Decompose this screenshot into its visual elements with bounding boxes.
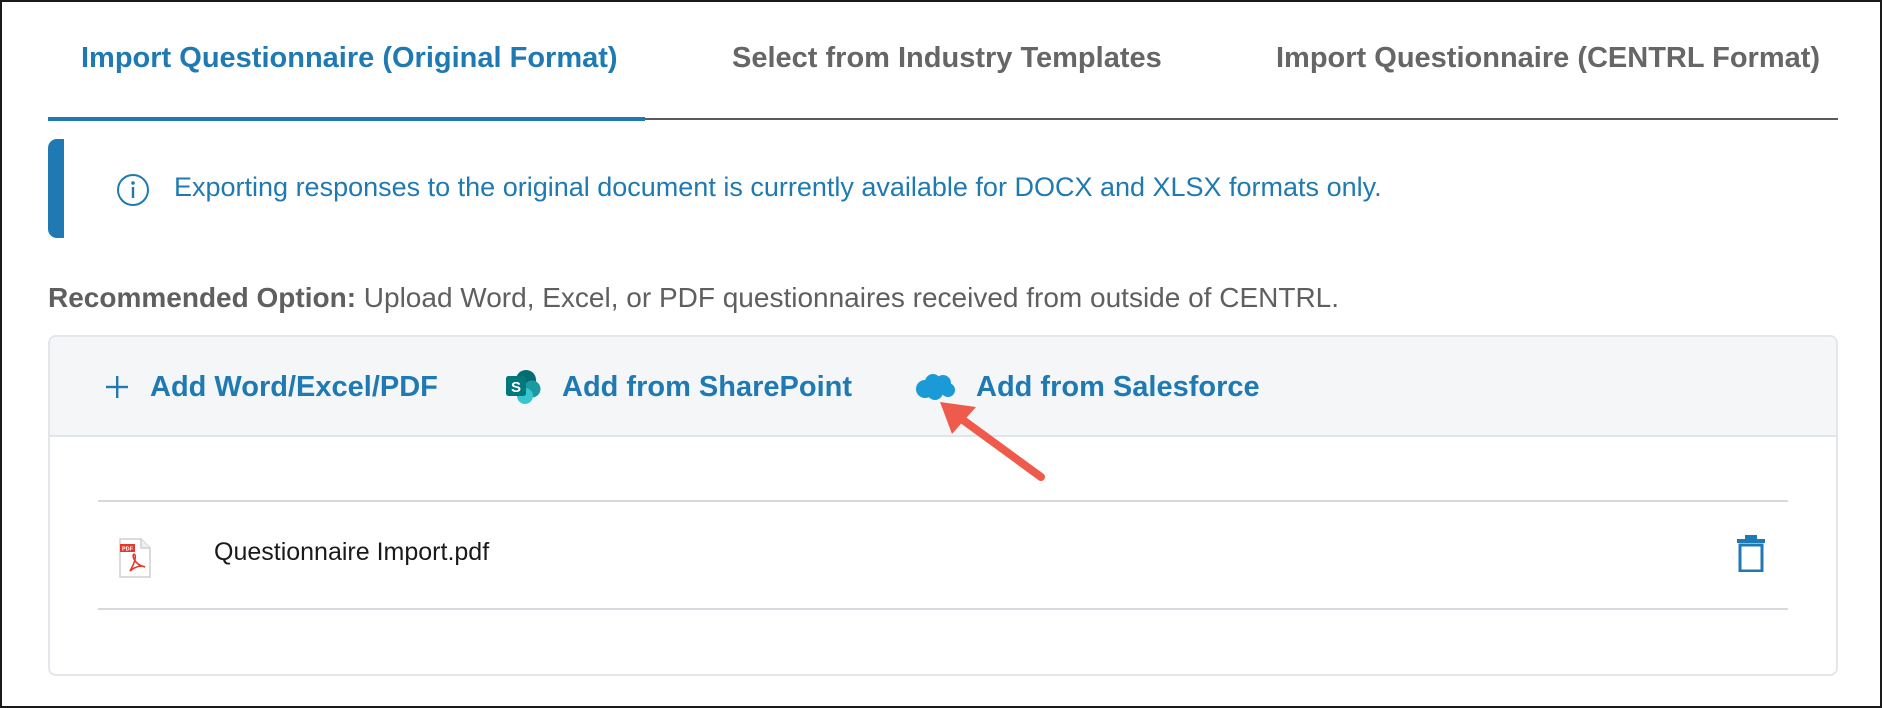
pdf-file-icon: PDF <box>119 538 151 578</box>
file-list-item: PDF Questionnaire Import.pdf <box>98 500 1788 610</box>
info-banner-accent <box>48 139 64 238</box>
sharepoint-icon: S <box>506 370 541 404</box>
tab-bar: Import Questionnaire (Original Format) S… <box>48 2 1838 121</box>
add-from-sharepoint-label: Add from SharePoint <box>562 370 853 403</box>
add-word-excel-pdf-button[interactable]: Add Word/Excel/PDF <box>104 367 438 407</box>
add-from-salesforce-label: Add from Salesforce <box>976 370 1260 403</box>
info-banner: Exporting responses to the original docu… <box>48 139 1838 238</box>
recommended-text: Upload Word, Excel, or PDF questionnaire… <box>356 282 1340 313</box>
tab-import-centrl[interactable]: Import Questionnaire (CENTRL Format) <box>1276 42 1820 75</box>
app-frame: Import Questionnaire (Original Format) S… <box>0 0 1882 708</box>
salesforce-cloud-icon <box>916 374 955 400</box>
add-from-salesforce-button[interactable]: Add from Salesforce <box>914 367 1260 407</box>
add-word-excel-pdf-label: Add Word/Excel/PDF <box>150 370 438 403</box>
svg-text:S: S <box>511 379 521 396</box>
upload-panel: Add Word/Excel/PDF S Add from SharePoint <box>48 335 1838 676</box>
info-icon <box>117 174 149 206</box>
add-from-sharepoint-button[interactable]: S Add from SharePoint <box>504 367 852 407</box>
recommended-option: Recommended Option: Upload Word, Excel, … <box>48 282 1339 314</box>
active-tab-indicator <box>48 117 645 121</box>
upload-toolbar: Add Word/Excel/PDF S Add from SharePoint <box>50 337 1836 437</box>
svg-text:PDF: PDF <box>122 546 134 552</box>
trash-icon[interactable] <box>1736 534 1766 572</box>
recommended-label: Recommended Option: <box>48 282 357 313</box>
info-banner-text: Exporting responses to the original docu… <box>174 172 1382 202</box>
tab-import-original[interactable]: Import Questionnaire (Original Format) <box>81 42 618 75</box>
file-name: Questionnaire Import.pdf <box>214 538 490 566</box>
plus-icon <box>106 376 128 398</box>
tab-industry-templates[interactable]: Select from Industry Templates <box>732 42 1162 75</box>
